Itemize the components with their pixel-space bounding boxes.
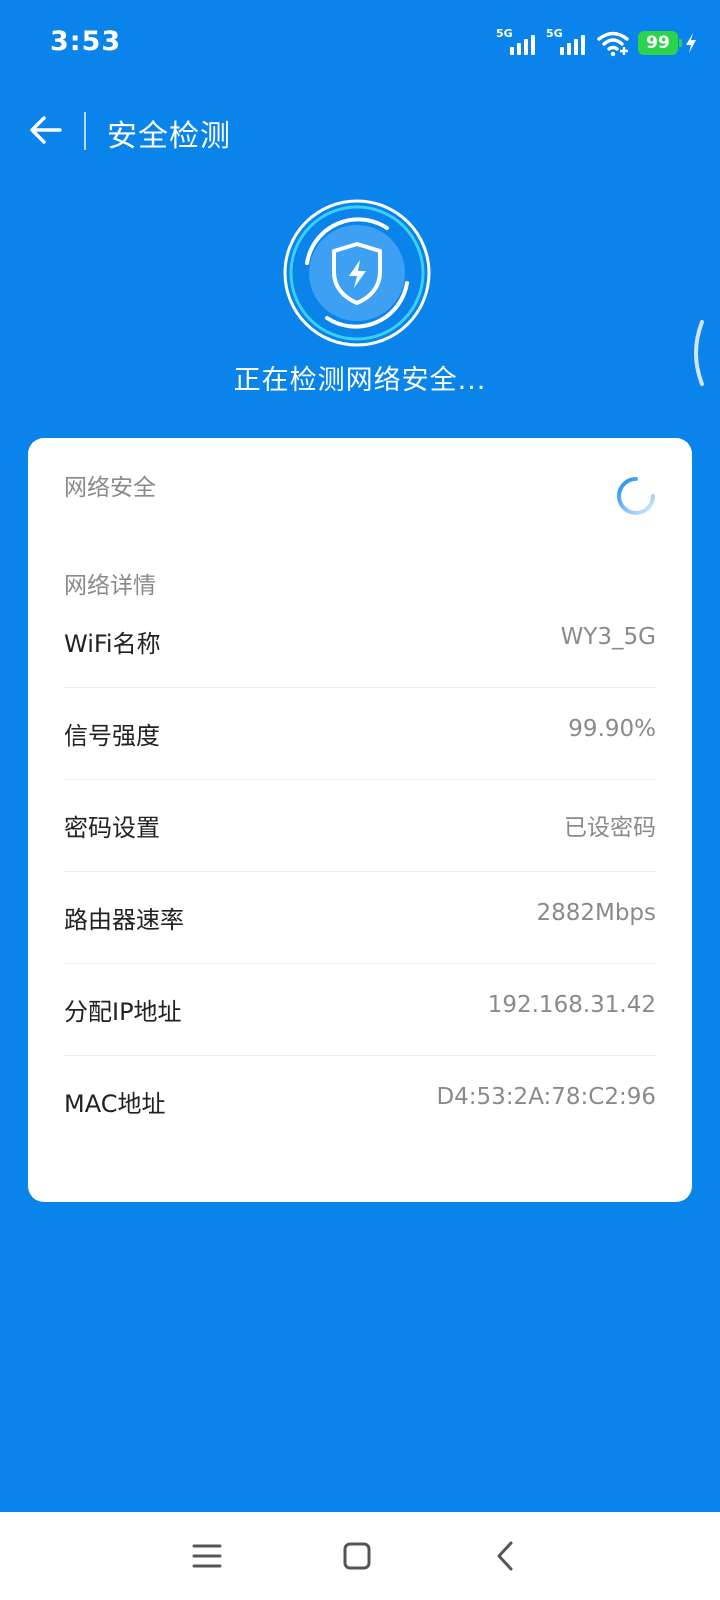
status-icons: 5G 5G 99 <box>496 27 698 58</box>
wifi-icon <box>597 31 629 57</box>
loading-spinner-icon <box>617 477 655 515</box>
network-info-card: 网络安全 网络详情 WiFi名称 WY3_5G 信号强度 99.90% 密码设置… <box>28 438 692 1202</box>
info-row-mac-address: MAC地址 D4:53:2A:78:C2:96 <box>64 1054 656 1148</box>
row-value: 已设密码 <box>564 815 656 841</box>
row-value: D4:53:2A:78:C2:96 <box>436 1084 656 1110</box>
signal-icon: 5G <box>546 27 590 57</box>
row-value: WY3_5G <box>560 624 656 650</box>
row-label: MAC地址 <box>64 1090 166 1118</box>
system-nav-bar <box>0 1512 720 1600</box>
battery-icon: 99 <box>638 31 682 55</box>
shield-bolt-icon <box>283 199 431 347</box>
row-label: 分配IP地址 <box>64 998 182 1026</box>
row-label: 路由器速率 <box>64 906 184 934</box>
row-label: 密码设置 <box>64 814 160 842</box>
info-row-signal-strength: 信号强度 99.90% <box>64 686 656 780</box>
info-row-router-speed: 路由器速率 2882Mbps <box>64 870 656 964</box>
page-title: 安全检测 <box>107 119 231 154</box>
status-bar: 3:53 5G 5G 99 <box>0 0 720 88</box>
row-value: 2882Mbps <box>536 900 656 926</box>
home-icon[interactable] <box>335 1534 379 1578</box>
header-divider <box>84 112 86 150</box>
back-arrow-icon[interactable] <box>26 110 66 150</box>
status-time: 3:53 <box>50 26 122 57</box>
back-icon[interactable] <box>484 1534 528 1578</box>
info-row-ip-address: 分配IP地址 192.168.31.42 <box>64 962 656 1056</box>
app-header: 安全检测 <box>0 96 720 168</box>
edge-handle[interactable] <box>688 318 708 388</box>
row-label: 信号强度 <box>64 722 160 750</box>
info-row-wifi-name: WiFi名称 WY3_5G <box>64 594 656 688</box>
menu-icon[interactable] <box>185 1534 229 1578</box>
row-label: WiFi名称 <box>64 630 161 658</box>
signal-icon: 5G <box>496 27 540 57</box>
row-value: 192.168.31.42 <box>487 992 656 1018</box>
charging-bolt-icon <box>686 33 696 53</box>
info-row-password: 密码设置 已设密码 <box>64 778 656 872</box>
security-section-title: 网络安全 <box>64 475 156 501</box>
scan-status-text: 正在检测网络安全... <box>233 365 487 396</box>
row-value: 99.90% <box>568 716 656 742</box>
